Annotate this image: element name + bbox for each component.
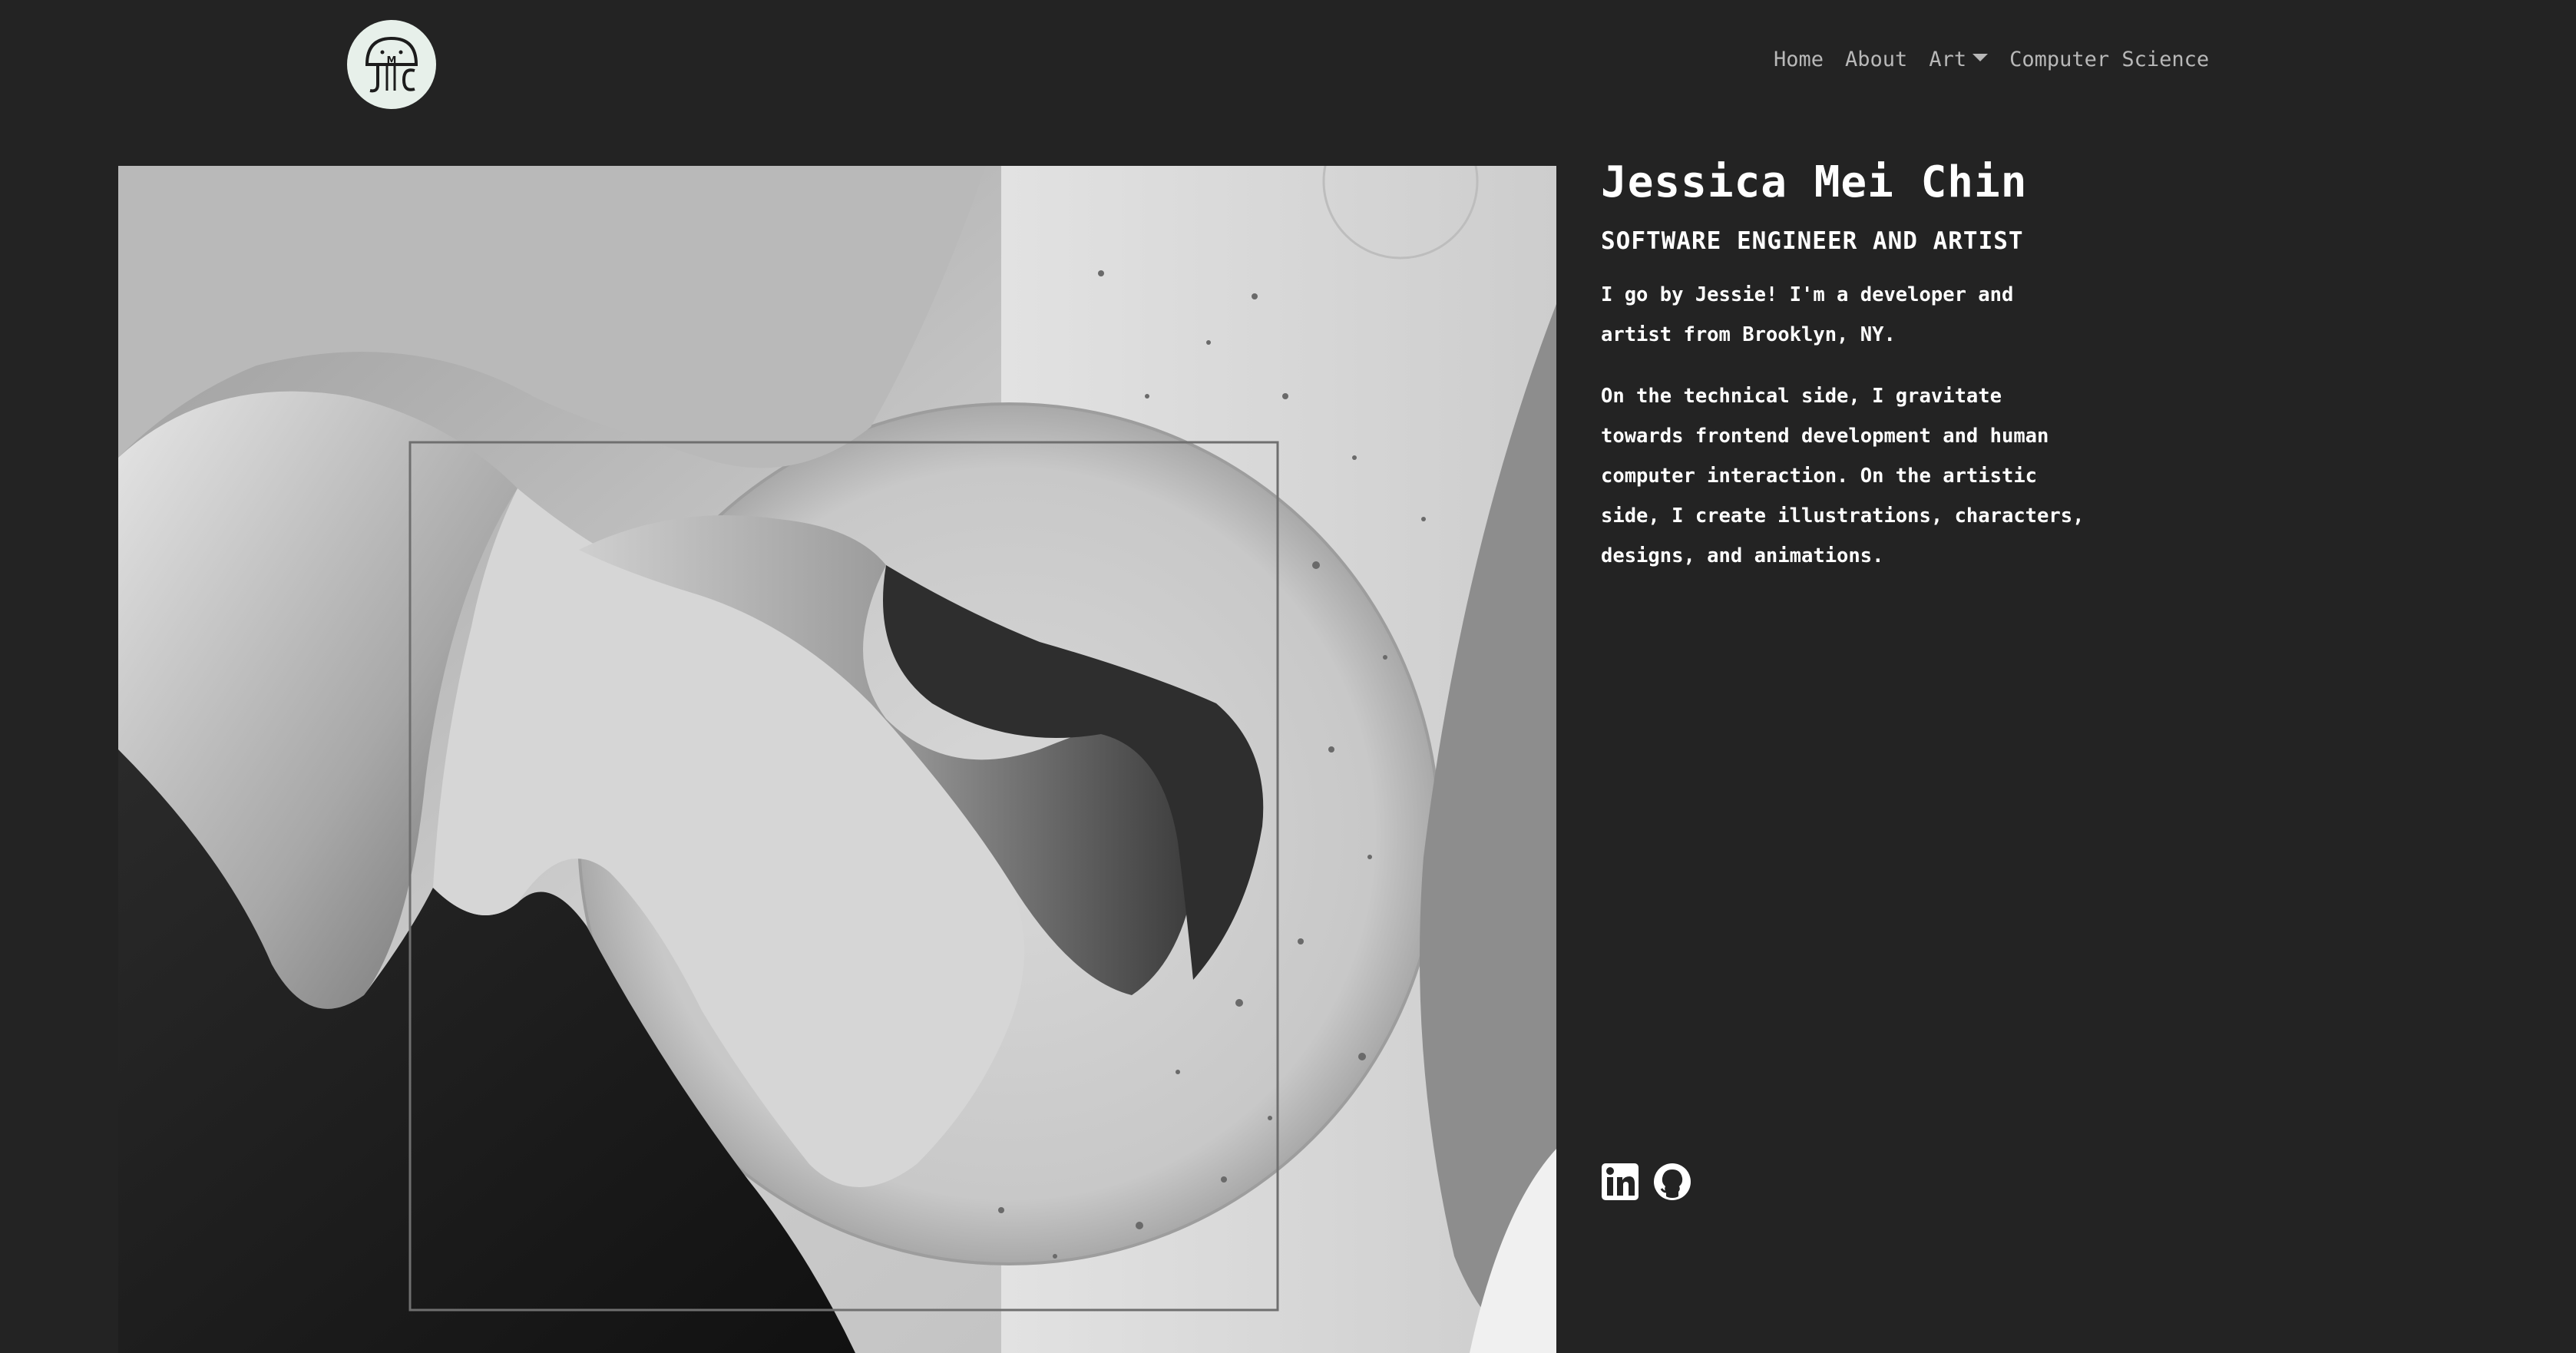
linkedin-icon [1602, 1163, 1639, 1200]
bio-paragraph-1: I go by Jessie! I'm a developer and arti… [1601, 283, 2014, 346]
nav-home[interactable]: Home [1774, 48, 1824, 71]
bio-paragraph-2: On the technical side, I gravitate towar… [1601, 385, 2085, 567]
nav-about[interactable]: About [1845, 48, 1907, 71]
featured-artwork [118, 166, 1556, 1353]
nav-art-label: Art [1929, 48, 1967, 71]
linkedin-link[interactable] [1601, 1163, 1639, 1201]
page-title: Jessica Mei Chin [1601, 157, 2028, 207]
social-links [1601, 1163, 1691, 1201]
intro-section: Jessica Mei Chin SOFTWARE ENGINEER AND A… [1601, 154, 2138, 576]
github-link[interactable] [1653, 1163, 1691, 1201]
github-icon [1654, 1163, 1691, 1200]
jellyfish-logo-icon: M [365, 36, 418, 93]
subtitle: SOFTWARE ENGINEER AND ARTIST [1601, 227, 2024, 255]
caret-down-icon [1973, 53, 1989, 61]
nav-art-dropdown[interactable]: Art [1929, 48, 1989, 71]
site-logo[interactable]: M [347, 20, 436, 109]
nav-computer-science[interactable]: Computer Science [2009, 48, 2209, 71]
svg-text:M: M [387, 55, 397, 67]
page: M Home About Art Computer Science Jessic… [0, 0, 2576, 1353]
main-nav: Home About Art Computer Science [1774, 48, 2230, 71]
